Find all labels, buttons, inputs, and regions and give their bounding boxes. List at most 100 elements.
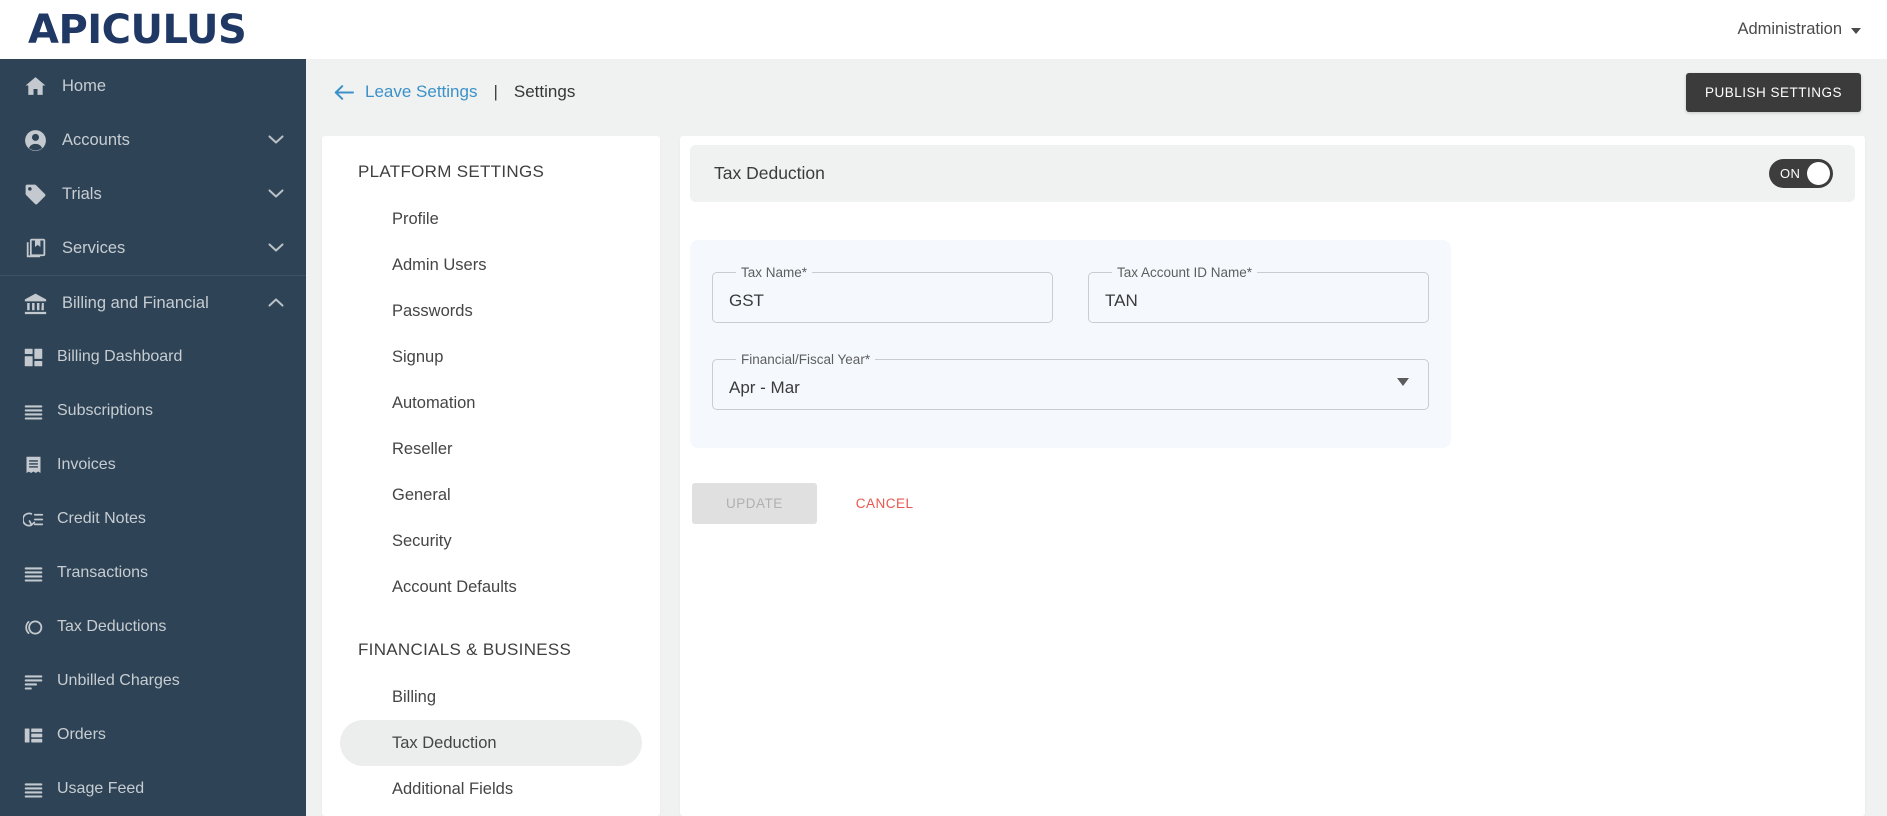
sidebar-item-credit-notes[interactable]: Credit Notes	[0, 492, 306, 546]
sidebar-item-label: Services	[62, 238, 126, 257]
chevron-down-icon	[1851, 28, 1861, 34]
settings-nav-item-signup[interactable]: Signup	[340, 334, 642, 380]
top-bar: APICULUS Administration	[0, 0, 1887, 59]
list-lines-icon	[22, 562, 44, 584]
sidebar-item-billing-and-financial[interactable]: Billing and Financial	[0, 276, 306, 330]
sidebar-item-orders[interactable]: Orders	[0, 708, 306, 762]
settings-nav-item-passwords[interactable]: Passwords	[340, 288, 642, 334]
sidebar-item-home[interactable]: Home	[0, 59, 306, 113]
brand-logo[interactable]: APICULUS	[0, 6, 247, 53]
content-area: PLATFORM SETTINGS Profile Admin Users Passw…	[306, 125, 1887, 816]
person-icon	[22, 127, 48, 153]
chevron-down-icon[interactable]	[1397, 377, 1409, 386]
layers-icon	[22, 235, 48, 261]
sidebar-item-accounts[interactable]: Accounts	[0, 113, 306, 167]
sidebar-item-label: Trials	[62, 184, 102, 203]
sidebar-item-label: Orders	[57, 726, 106, 743]
sidebar-item-transactions[interactable]: Transactions	[0, 546, 306, 600]
sidebar-item-services[interactable]: Services	[0, 221, 306, 275]
settings-nav-item-automation[interactable]: Automation	[340, 380, 642, 426]
form-actions: UPDATE CANCEL	[690, 483, 1855, 524]
breadcrumb-separator: |	[493, 82, 498, 101]
form-row-2: Financial/Fiscal Year* Apr - Mar	[712, 353, 1429, 416]
tax-name-label: Tax Name*	[741, 265, 808, 280]
receipt-icon	[22, 454, 44, 476]
tax-circle-icon	[22, 616, 44, 638]
administration-menu-label: Administration	[1737, 20, 1842, 38]
sidebar-item-unbilled-charges[interactable]: Unbilled Charges	[0, 654, 306, 708]
settings-nav-item-security[interactable]: Security	[340, 518, 642, 564]
unbilled-lines-icon	[22, 670, 44, 692]
settings-nav-item-profile[interactable]: Profile	[340, 196, 642, 242]
dashboard-grid-icon	[22, 346, 44, 368]
chevron-up-icon[interactable]	[268, 294, 284, 312]
chevron-down-icon[interactable]	[268, 131, 284, 149]
sidebar-item-label: Subscriptions	[57, 402, 154, 419]
publish-settings-button[interactable]: PUBLISH SETTINGS	[1685, 72, 1861, 112]
settings-nav-item-reseller[interactable]: Reseller	[340, 426, 642, 472]
sidebar-item-label: Home	[62, 76, 107, 95]
sidebar-item-trials[interactable]: Trials	[0, 167, 306, 221]
brand-logo-text: APICULUS	[28, 6, 247, 53]
bank-icon	[22, 290, 48, 316]
tax-account-id-fieldset: Tax Account ID Name*	[1088, 266, 1429, 323]
tax-deduction-panel: Tax Deduction ON Tax Name* GST Tax Accou…	[680, 136, 1865, 816]
sidebar-item-invoices[interactable]: Invoices	[0, 438, 306, 492]
main-sidebar[interactable]: Home Accounts Trials Services Billing and Fi…	[0, 59, 306, 816]
orders-table-icon	[22, 724, 44, 746]
settings-nav-item-additional-fields[interactable]: Additional Fields	[340, 766, 642, 812]
tax-name-input[interactable]	[729, 290, 1036, 311]
settings-section-title: FINANCIALS & BUSINESS	[358, 640, 572, 659]
chevron-down-icon[interactable]	[268, 239, 284, 257]
administration-menu[interactable]: Administration	[1737, 20, 1887, 39]
sidebar-item-label: Transactions	[57, 564, 148, 581]
sidebar-item-label: Billing Dashboard	[57, 348, 183, 365]
sidebar-item-tax-deductions[interactable]: Tax Deductions	[0, 600, 306, 654]
sidebar-item-label: Unbilled Charges	[57, 672, 180, 689]
page-header: Leave Settings | Settings PUBLISH SETTIN…	[306, 59, 1887, 125]
tax-account-id-field[interactable]: Tax Account ID Name*	[1088, 266, 1429, 323]
page-title: Settings	[513, 82, 576, 101]
update-button[interactable]: UPDATE	[692, 483, 817, 524]
tag-icon	[22, 181, 48, 207]
leave-settings-label: Leave Settings	[365, 82, 478, 101]
sidebar-item-label: Credit Notes	[57, 510, 146, 527]
tax-name-fieldset: Tax Name*	[712, 266, 1053, 323]
sidebar-item-label: Billing and Financial	[62, 293, 209, 312]
tax-account-id-input[interactable]	[1105, 290, 1412, 311]
toggle-knob	[1807, 162, 1830, 185]
sidebar-item-usage-feed[interactable]: Usage Feed	[0, 762, 306, 816]
sidebar-item-subscriptions[interactable]: Subscriptions	[0, 384, 306, 438]
fiscal-year-fieldset: Financial/Fiscal Year* Apr - Mar	[712, 353, 1429, 410]
credit-note-icon	[22, 508, 44, 530]
panel-title: Tax Deduction	[714, 163, 825, 183]
list-lines-icon	[22, 778, 44, 800]
cancel-button[interactable]: CANCEL	[850, 483, 920, 524]
settings-section-title: PLATFORM SETTINGS	[358, 162, 545, 181]
sidebar-item-label: Invoices	[57, 456, 116, 473]
tax-account-id-label: Tax Account ID Name*	[1117, 265, 1253, 280]
breadcrumb: Leave Settings | Settings	[334, 82, 575, 102]
settings-nav-item-account-defaults[interactable]: Account Defaults	[340, 564, 642, 610]
settings-nav-item-admin-users[interactable]: Admin Users	[340, 242, 642, 288]
toggle-state-label: ON	[1780, 166, 1801, 181]
settings-nav-item-billing[interactable]: Billing	[340, 674, 642, 720]
sidebar-item-label: Accounts	[62, 130, 130, 149]
sidebar-item-label: Usage Feed	[57, 780, 145, 797]
settings-nav-item-general[interactable]: General	[340, 472, 642, 518]
tax-deduction-toggle[interactable]: ON	[1769, 159, 1833, 188]
app-root: APICULUS Administration Home Accounts Tria…	[0, 0, 1887, 816]
settings-nav-item-tax-deduction[interactable]: Tax Deduction	[340, 720, 642, 766]
sidebar-item-billing-dashboard[interactable]: Billing Dashboard	[0, 330, 306, 384]
list-lines-icon	[22, 400, 44, 422]
tax-name-field[interactable]: Tax Name*	[712, 266, 1053, 323]
fiscal-year-selected-value: Apr - Mar	[729, 377, 800, 397]
arrow-left-icon	[334, 84, 354, 100]
fiscal-year-field[interactable]: Financial/Fiscal Year* Apr - Mar	[712, 353, 1429, 410]
fiscal-year-label: Financial/Fiscal Year*	[741, 352, 871, 367]
settings-navigation-panel[interactable]: PLATFORM SETTINGS Profile Admin Users Passw…	[322, 136, 660, 816]
leave-settings-link[interactable]: Leave Settings	[334, 82, 477, 102]
panel-header: Tax Deduction ON	[690, 145, 1855, 202]
chevron-down-icon[interactable]	[268, 185, 284, 203]
form-row-1: Tax Name* Tax Account ID Name*	[712, 266, 1429, 353]
